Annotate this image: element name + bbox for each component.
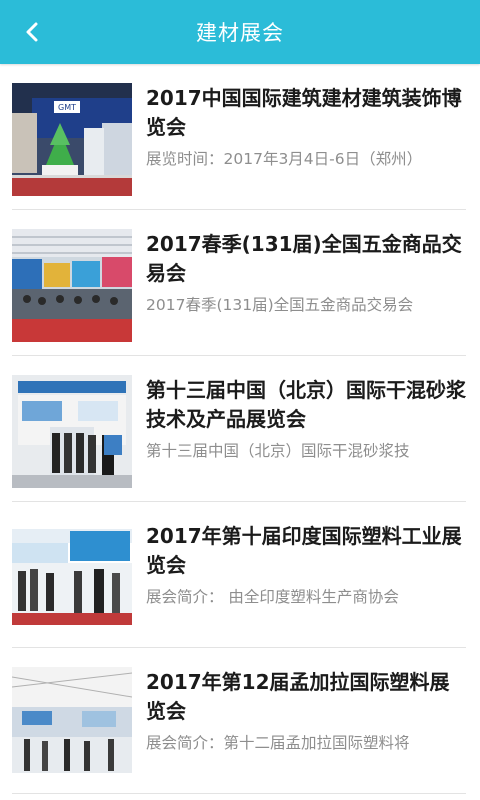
exhibition-title: 2017年第十届印度国际塑料工业展览会 [146,524,462,577]
app-screen: 建材展会 GMT 2017中国国际建筑建材建筑装饰博览会 展览时间：2017年3… [0,0,480,800]
exhibition-description: 第十三届中国（北京）国际干混砂浆技 [146,442,410,460]
exhibition-thumbnail [12,375,132,488]
exhibition-thumbnail [12,667,132,780]
back-button[interactable] [12,12,52,52]
exhibition-thumbnail [12,521,132,634]
exhibition-description: 展览时间：2017年3月4日-6日（郑州） [146,150,423,168]
list-item[interactable]: 2017年第12届孟加拉国际塑料展览会 展会简介：第十二届孟加拉国际塑料将 [12,648,466,794]
list-item[interactable]: GMT 2017中国国际建筑建材建筑装饰博览会 展览时间：2017年3月4日-6… [12,64,466,210]
title-bar: 建材展会 [0,0,480,64]
exhibition-title: 2017年第12届孟加拉国际塑料展览会 [146,670,450,723]
list-item[interactable]: 第十三届中国（北京）国际干混砂浆技术及产品展览会 第十三届中国（北京）国际干混砂… [12,356,466,502]
booth-logo: GMT [58,103,76,112]
exhibition-description: 展会简介： 由全印度塑料生产商协会 [146,588,399,606]
list-item[interactable]: 2017春季(131届)全国五金商品交易会 2017春季(131届)全国五金商品… [12,210,466,356]
exhibition-title: 2017春季(131届)全国五金商品交易会 [146,232,462,285]
exhibition-description: 2017春季(131届)全国五金商品交易会 [146,296,414,314]
page-title: 建材展会 [196,21,284,45]
exhibition-description: 展会简介：第十二届孟加拉国际塑料将 [146,734,410,752]
exhibition-thumbnail [12,229,132,342]
chevron-left-icon [26,22,38,42]
exhibition-list[interactable]: GMT 2017中国国际建筑建材建筑装饰博览会 展览时间：2017年3月4日-6… [0,64,480,800]
exhibition-title: 2017中国国际建筑建材建筑装饰博览会 [146,86,462,139]
exhibition-thumbnail: GMT [12,83,132,196]
list-item[interactable]: 2017年第十届印度国际塑料工业展览会 展会简介： 由全印度塑料生产商协会 [12,502,466,648]
exhibition-title: 第十三届中国（北京）国际干混砂浆技术及产品展览会 [146,378,466,431]
